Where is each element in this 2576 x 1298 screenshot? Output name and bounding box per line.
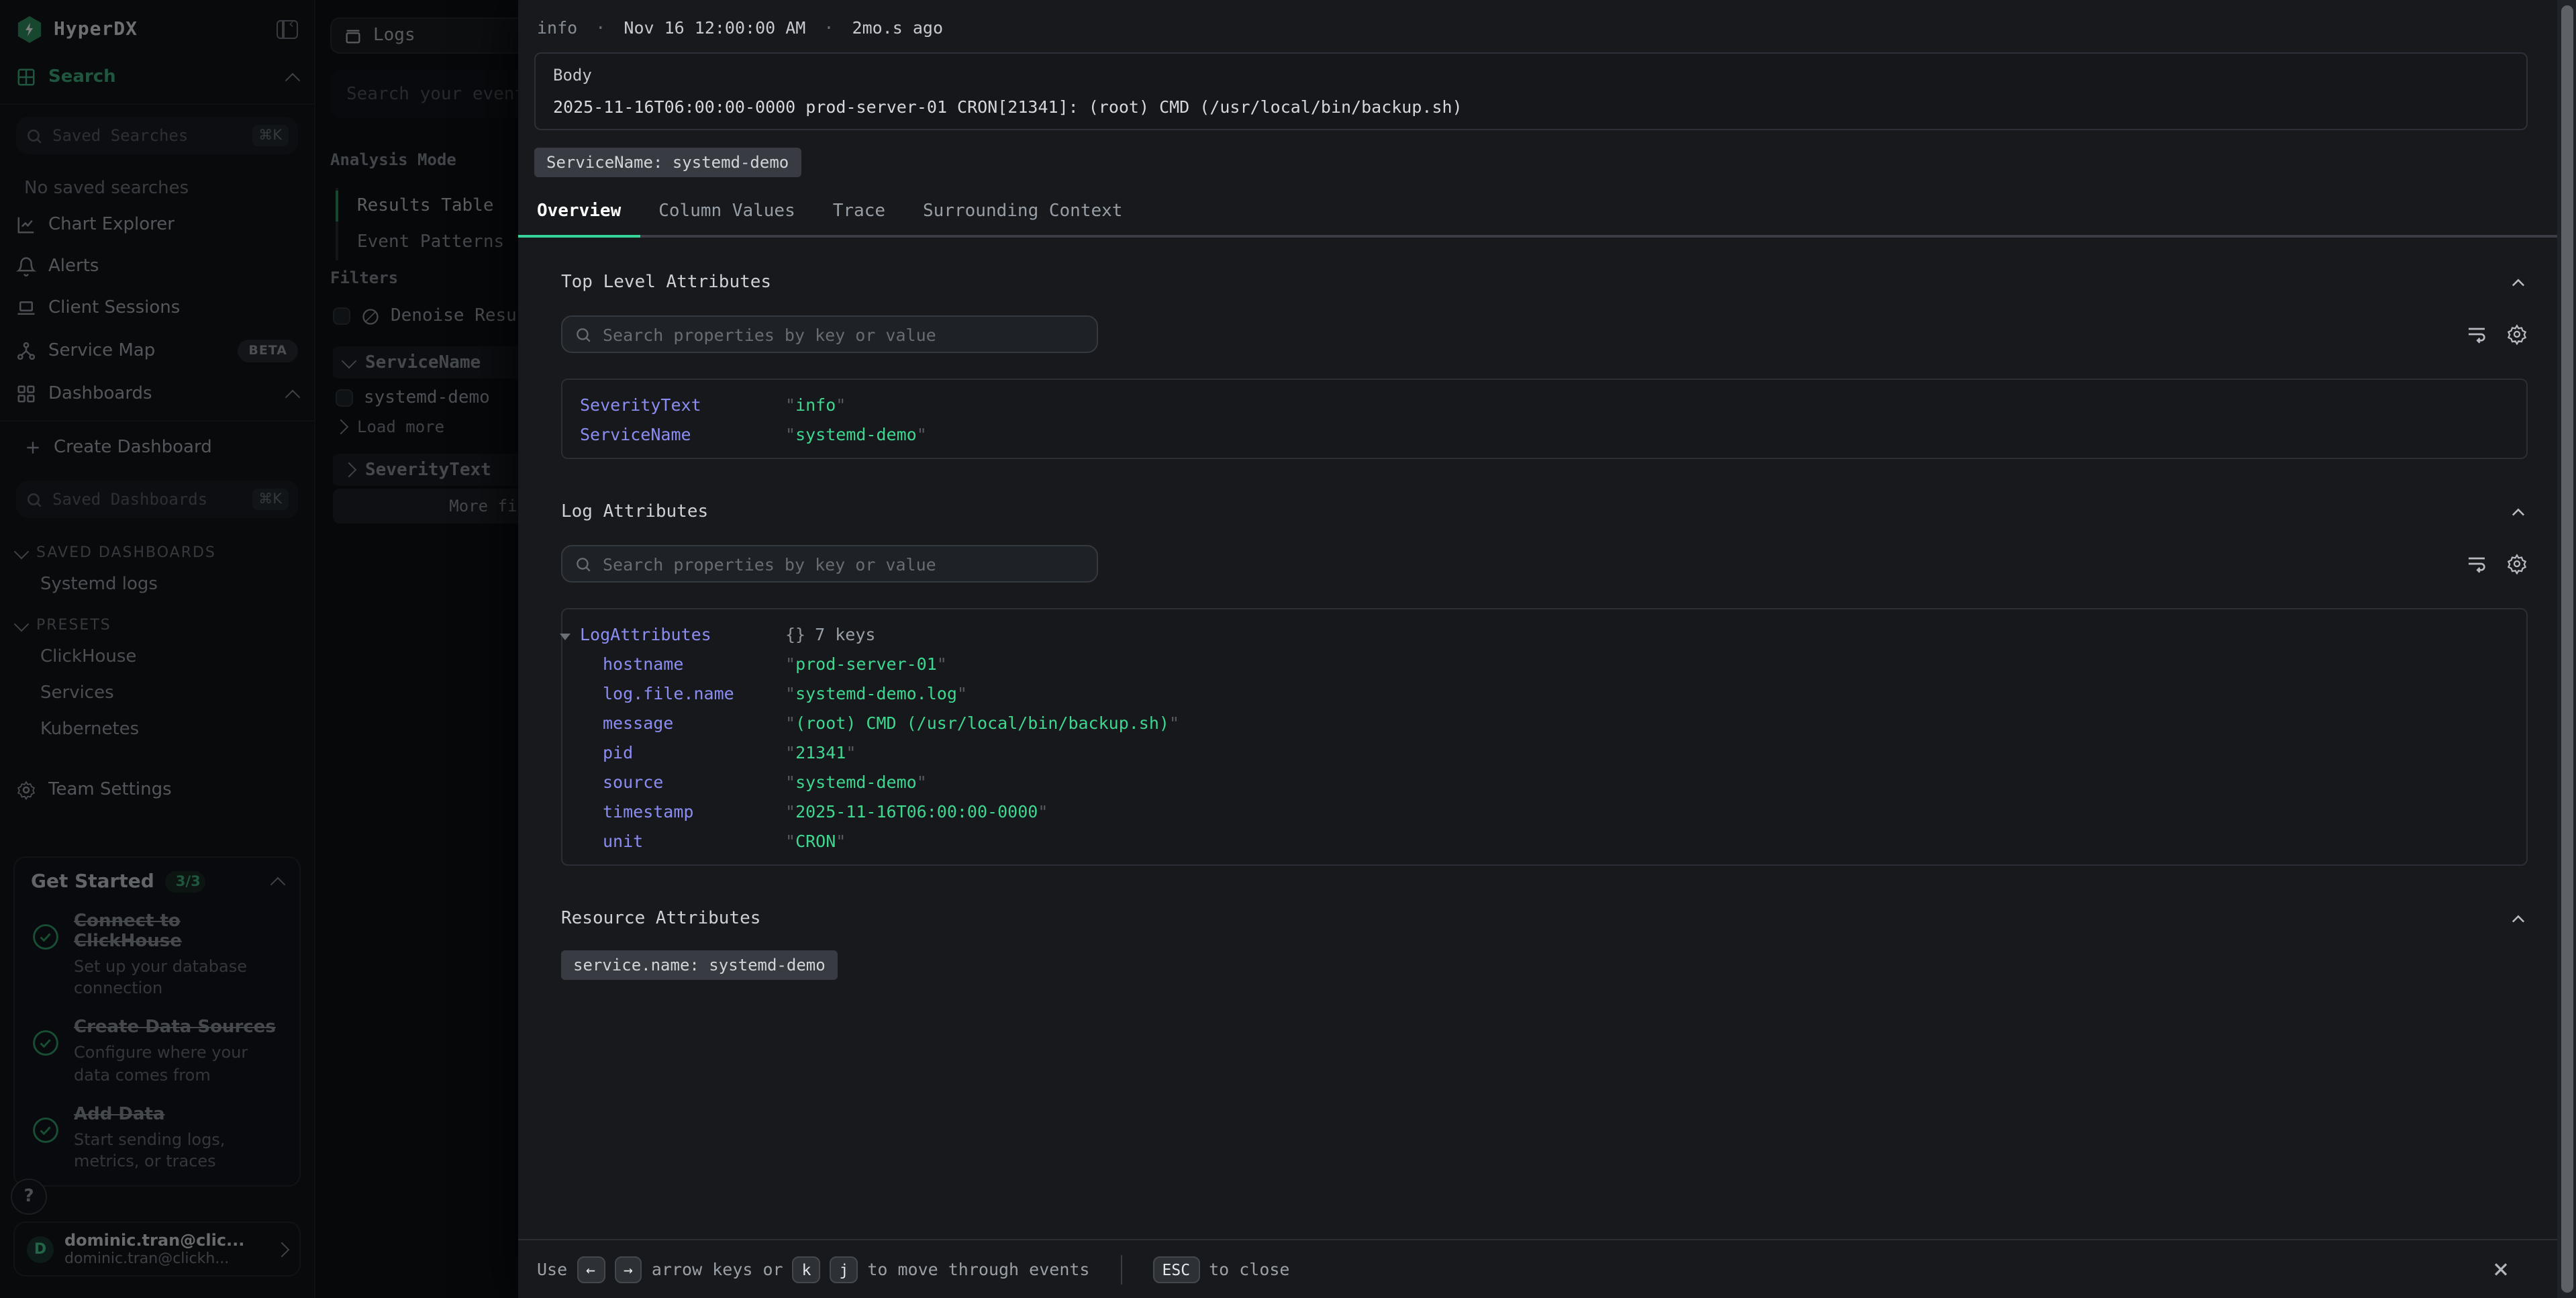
- event-details-drawer: info · Nov 16 12:00:00 AM · 2mo.s ago Bo…: [518, 0, 2576, 1298]
- drawer-footer: Use ← → arrow keys or k j to move throug…: [518, 1239, 2576, 1298]
- attribute-key: timestamp: [580, 801, 785, 821]
- attribute-value: 2025-11-16T06:00:00-0000: [785, 801, 1048, 821]
- footer-text: to move through events: [867, 1259, 1089, 1279]
- attribute-key: message: [580, 712, 785, 732]
- body-card: Body 2025-11-16T06:00:00-0000 prod-serve…: [534, 52, 2528, 130]
- left-arrow-key: ←: [577, 1256, 605, 1283]
- top-level-attributes-title: Top Level Attributes: [561, 272, 2509, 293]
- event-relative-time: 2mo.s ago: [852, 17, 943, 38]
- attribute-row[interactable]: ServiceName systemd-demo: [562, 419, 2526, 448]
- footer-text: arrow keys or: [652, 1259, 783, 1279]
- tab-column-values[interactable]: Column Values: [640, 189, 814, 235]
- wrap-text-icon[interactable]: [2466, 553, 2487, 575]
- attribute-value: systemd-demo.log: [785, 683, 967, 703]
- tab-surrounding-context[interactable]: Surrounding Context: [904, 189, 1141, 235]
- right-arrow-key: →: [614, 1256, 642, 1283]
- attribute-key: ServiceName: [580, 423, 785, 444]
- attribute-row[interactable]: hostname prod-server-01: [562, 648, 2526, 678]
- j-key: j: [830, 1256, 858, 1283]
- attribute-value: 21341: [785, 742, 856, 762]
- attribute-row[interactable]: unit CRON: [562, 826, 2526, 855]
- search-icon: [575, 326, 592, 343]
- gear-icon[interactable]: [2506, 553, 2528, 575]
- footer-text: Use: [537, 1259, 567, 1279]
- footer-divider: [1121, 1254, 1122, 1284]
- service-name-tag[interactable]: ServiceName: systemd-demo: [534, 148, 801, 177]
- footer-text: to close: [1209, 1259, 1289, 1279]
- attribute-object-row[interactable]: LogAttributes {}7 keys: [562, 619, 2526, 648]
- attribute-object-key: LogAttributes: [580, 623, 785, 644]
- attribute-value: prod-server-01: [785, 653, 947, 673]
- search-icon: [575, 555, 592, 572]
- attribute-row[interactable]: message (root) CMD (/usr/local/bin/backu…: [562, 707, 2526, 737]
- body-value: 2025-11-16T06:00:00-0000 prod-server-01 …: [553, 97, 2509, 117]
- attribute-object-meta: {}7 keys: [785, 623, 875, 644]
- collapse-section-icon[interactable]: [2509, 909, 2528, 928]
- attribute-value: info: [785, 394, 846, 414]
- body-label: Body: [553, 66, 2509, 85]
- separator-dot: ·: [595, 17, 605, 38]
- expand-triangle-icon[interactable]: [560, 633, 571, 640]
- wrap-text-icon[interactable]: [2466, 323, 2487, 345]
- attribute-row[interactable]: timestamp 2025-11-16T06:00:00-0000: [562, 796, 2526, 826]
- log-attributes-title: Log Attributes: [561, 502, 2509, 522]
- collapse-section-icon[interactable]: [2509, 273, 2528, 292]
- top-level-search-input[interactable]: Search properties by key or value: [561, 315, 1098, 353]
- search-placeholder: Search properties by key or value: [603, 554, 936, 574]
- top-level-attributes-panel: SeverityText info ServiceName systemd-de…: [561, 379, 2528, 459]
- drawer-tabs: Overview Column Values Trace Surrounding…: [518, 189, 2576, 238]
- k-key: k: [793, 1256, 821, 1283]
- attribute-key: hostname: [580, 653, 785, 673]
- log-attributes-panel: LogAttributes {}7 keys hostname prod-ser…: [561, 608, 2528, 866]
- attribute-row[interactable]: log.file.name systemd-demo.log: [562, 678, 2526, 707]
- search-placeholder: Search properties by key or value: [603, 324, 936, 344]
- severity-text: info: [537, 17, 577, 38]
- app-root: HyperDX Search Saved Searches ⌘K No save…: [0, 0, 2576, 1298]
- event-header: info · Nov 16 12:00:00 AM · 2mo.s ago: [518, 0, 2576, 52]
- log-attributes-search-input[interactable]: Search properties by key or value: [561, 545, 1098, 583]
- attribute-row[interactable]: SeverityText info: [562, 389, 2526, 419]
- attribute-row[interactable]: pid 21341: [562, 737, 2526, 766]
- tab-trace[interactable]: Trace: [814, 189, 904, 235]
- attribute-key: unit: [580, 830, 785, 850]
- attribute-key: source: [580, 771, 785, 791]
- attribute-value: systemd-demo: [785, 423, 927, 444]
- scrollbar-thumb[interactable]: [2561, 5, 2573, 1293]
- attribute-key: SeverityText: [580, 394, 785, 414]
- separator-dot: ·: [824, 17, 834, 38]
- event-timestamp: Nov 16 12:00:00 AM: [624, 17, 805, 38]
- attribute-value: CRON: [785, 830, 846, 850]
- attribute-value: (root) CMD (/usr/local/bin/backup.sh): [785, 712, 1179, 732]
- close-drawer-button[interactable]: ×: [2485, 1252, 2517, 1285]
- attribute-value: systemd-demo: [785, 771, 927, 791]
- resource-attributes-title: Resource Attributes: [561, 909, 2509, 929]
- scrollbar-track[interactable]: [2557, 0, 2576, 1298]
- resource-service-name-tag[interactable]: service.name: systemd-demo: [561, 950, 838, 980]
- attribute-row[interactable]: source systemd-demo: [562, 766, 2526, 796]
- esc-key: ESC: [1153, 1256, 1200, 1283]
- collapse-section-icon[interactable]: [2509, 503, 2528, 521]
- tab-overview[interactable]: Overview: [518, 189, 640, 235]
- attribute-key: pid: [580, 742, 785, 762]
- gear-icon[interactable]: [2506, 323, 2528, 345]
- attribute-key: log.file.name: [580, 683, 785, 703]
